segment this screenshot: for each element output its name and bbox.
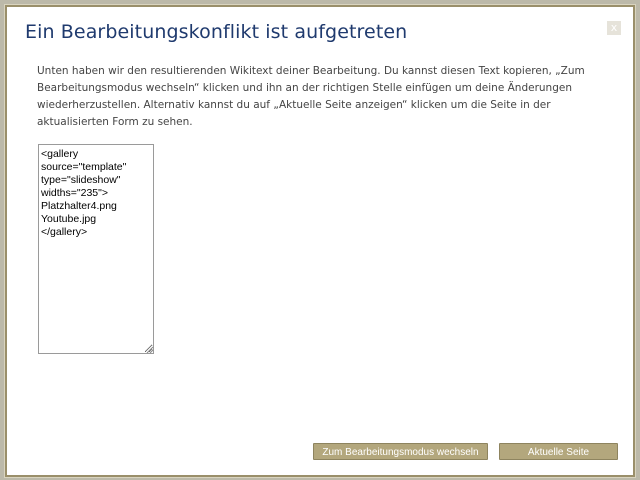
edit-conflict-dialog: Ein Bearbeitungskonflikt ist aufgetreten…: [5, 5, 635, 477]
dialog-title: Ein Bearbeitungskonflikt ist aufgetreten: [25, 21, 408, 43]
dialog-description: Unten haben wir den resultierenden Wikit…: [37, 65, 585, 128]
wikitext-textarea[interactable]: [38, 144, 154, 354]
close-icon[interactable]: x: [607, 21, 621, 35]
resize-grip-icon[interactable]: [146, 346, 154, 354]
show-page-button[interactable]: Aktuelle Seite anzeigen: [499, 443, 618, 475]
edit-mode-button[interactable]: Zum Bearbeitungsmodus wechseln: [313, 443, 488, 460]
